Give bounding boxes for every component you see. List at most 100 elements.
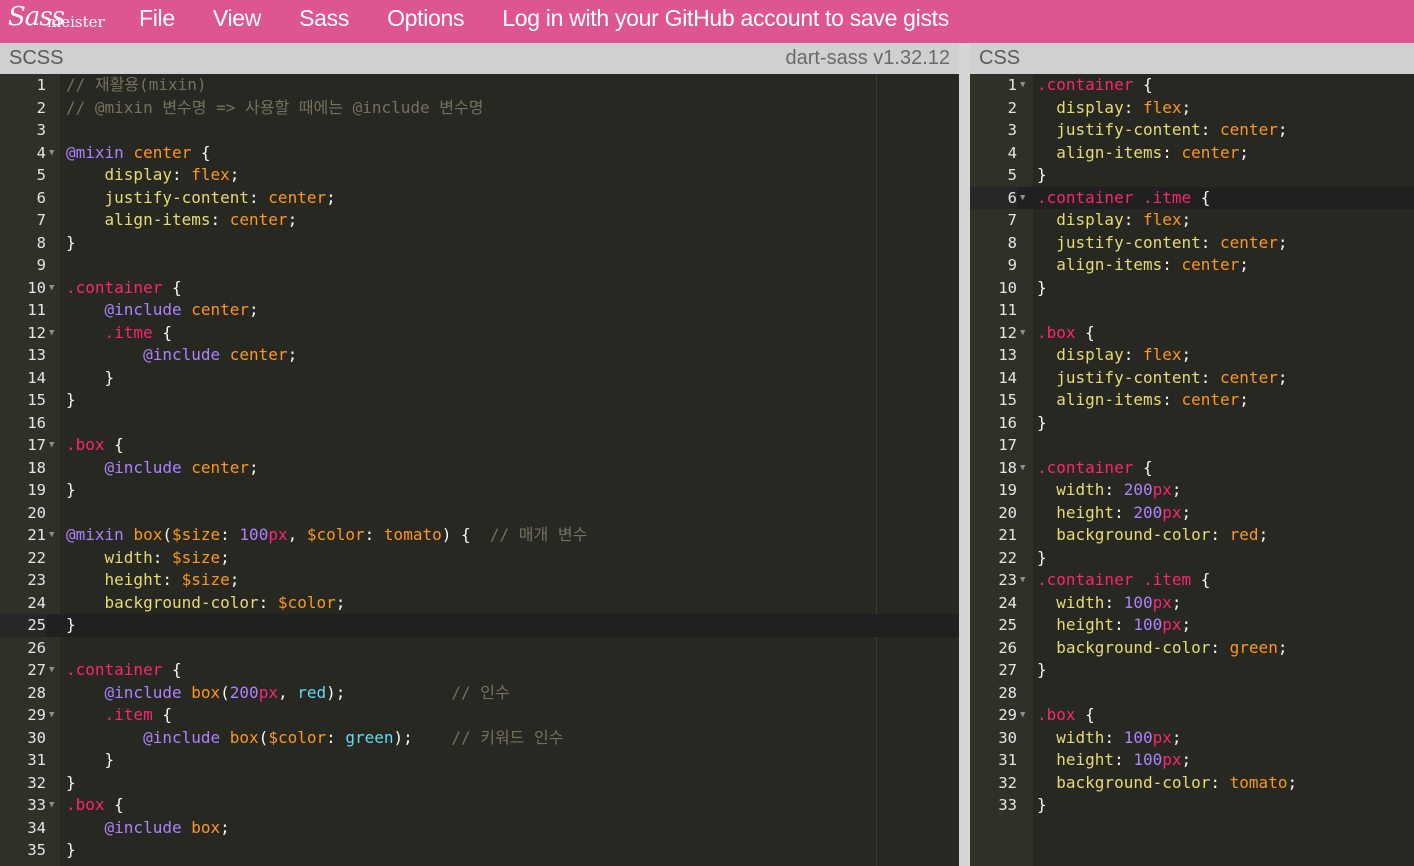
code-line[interactable]: 2 // @mixin 변수명 => 사용할 때에는 @include 변수명 <box>0 97 959 120</box>
code-line[interactable]: 34 @include box; <box>0 817 959 840</box>
code-line[interactable]: 30 @include box($color: green); // 키워드 인… <box>0 727 959 750</box>
code-line[interactable]: 13 display: flex; <box>970 344 1414 367</box>
line-number: 34 <box>27 818 46 837</box>
fold-arrow-icon[interactable]: ▼ <box>49 142 54 165</box>
panel-resize-divider[interactable] <box>959 43 970 866</box>
code-line[interactable]: 18 ▼ .container { <box>970 457 1414 480</box>
code-line[interactable]: 11 @include center; <box>0 299 959 322</box>
code-line[interactable]: 30 width: 100px; <box>970 727 1414 750</box>
code-line[interactable]: 15} <box>0 389 959 412</box>
code-line[interactable]: 22} <box>970 547 1414 570</box>
code-line[interactable]: 16} <box>970 412 1414 435</box>
menu-file[interactable]: File <box>120 2 194 34</box>
code-line[interactable]: 2 display: flex; <box>970 97 1414 120</box>
code-line[interactable]: 17 ▼ .box { <box>0 434 959 457</box>
code-line[interactable]: 9 align-items: center; <box>970 254 1414 277</box>
code-line[interactable]: 19} <box>0 479 959 502</box>
code-line[interactable]: 23 height: $size; <box>0 569 959 592</box>
code-line[interactable]: 20 <box>0 502 959 525</box>
code-text: } <box>66 232 76 252</box>
sassmeister-logo[interactable]: Sass meister <box>0 0 120 43</box>
line-number: 1 <box>36 76 46 94</box>
code-line[interactable]: 29 ▼ .box { <box>970 704 1414 727</box>
code-line[interactable]: 8 justify-content: center; <box>970 232 1414 255</box>
code-line[interactable]: 10 ▼ .container { <box>0 277 959 300</box>
code-line[interactable]: 3 justify-content: center; <box>970 119 1414 142</box>
code-line[interactable]: 11 <box>970 299 1414 322</box>
fold-arrow-icon[interactable]: ▼ <box>49 434 54 457</box>
fold-arrow-icon[interactable]: ▼ <box>49 524 54 547</box>
code-line[interactable]: 26 background-color: green; <box>970 637 1414 660</box>
line-number: 9 <box>1007 256 1017 274</box>
code-line[interactable]: 10} <box>970 277 1414 300</box>
fold-arrow-icon[interactable]: ▼ <box>49 277 54 300</box>
line-number: 26 <box>998 638 1017 657</box>
code-line[interactable]: 32 background-color: tomato; <box>970 772 1414 795</box>
code-line[interactable]: 22 width: $size; <box>0 547 959 570</box>
code-line[interactable]: 21 background-color: red; <box>970 524 1414 547</box>
scss-editor[interactable]: 1 // 재활용(mixin) 2 // @mixin 변수명 => 사용할 때에는 … <box>0 74 959 866</box>
code-line[interactable]: 9 <box>0 254 959 277</box>
code-line[interactable]: 27 ▼ .container { <box>0 659 959 682</box>
fold-arrow-icon[interactable]: ▼ <box>1020 704 1025 727</box>
code-line[interactable]: 16 <box>0 412 959 435</box>
code-line[interactable]: 4 align-items: center; <box>970 142 1414 165</box>
code-line[interactable]: 1 ▼ .container { <box>970 74 1414 97</box>
code-text: } <box>66 772 76 792</box>
code-line[interactable]: 15 align-items: center; <box>970 389 1414 412</box>
code-line[interactable]: 19 width: 200px; <box>970 479 1414 502</box>
code-line[interactable]: 5} <box>970 164 1414 187</box>
code-line[interactable]: 35} <box>0 839 959 862</box>
code-line[interactable]: 3 <box>0 119 959 142</box>
code-line[interactable]: 14 justify-content: center; <box>970 367 1414 390</box>
menu-view[interactable]: View <box>194 2 280 34</box>
fold-arrow-icon[interactable]: ▼ <box>1020 457 1025 480</box>
menu-sass[interactable]: Sass <box>280 2 368 34</box>
fold-arrow-icon[interactable]: ▼ <box>1020 187 1025 210</box>
sass-version-selector[interactable]: dart-sass v1.32.12 <box>785 47 950 70</box>
fold-arrow-icon[interactable]: ▼ <box>1020 322 1025 345</box>
code-line[interactable]: 23 ▼ .container .item { <box>970 569 1414 592</box>
code-line[interactable]: 20 height: 200px; <box>970 502 1414 525</box>
fold-arrow-icon[interactable]: ▼ <box>1020 74 1025 97</box>
code-line[interactable]: 28 <box>970 682 1414 705</box>
code-line[interactable]: 27} <box>970 659 1414 682</box>
fold-arrow-icon[interactable]: ▼ <box>1020 569 1025 592</box>
css-editor[interactable]: 1 ▼ .container {2 display: flex; 3 justify-… <box>970 74 1414 866</box>
menu-options[interactable]: Options <box>368 2 483 34</box>
code-line[interactable]: 12 ▼ .itme { <box>0 322 959 345</box>
code-line[interactable]: 8} <box>0 232 959 255</box>
code-text: @include box; <box>104 817 230 837</box>
code-line[interactable]: 31 } <box>0 749 959 772</box>
code-line[interactable]: 29 ▼ .item { <box>0 704 959 727</box>
code-line[interactable]: 4 ▼ @mixin center { <box>0 142 959 165</box>
code-line[interactable]: 33 ▼ .box { <box>0 794 959 817</box>
code-line[interactable]: 12 ▼ .box { <box>970 322 1414 345</box>
code-line[interactable]: 26 <box>0 637 959 660</box>
fold-arrow-icon[interactable]: ▼ <box>49 659 54 682</box>
menu-github-login[interactable]: Log in with your GitHub account to save … <box>483 2 968 34</box>
code-line[interactable]: 14 } <box>0 367 959 390</box>
code-text: height: 100px; <box>1056 615 1192 634</box>
code-line[interactable]: 21 ▼ @mixin box($size: 100px, $color: toma… <box>0 524 959 547</box>
fold-arrow-icon[interactable]: ▼ <box>49 322 54 345</box>
code-line[interactable]: 25 height: 100px; <box>970 614 1414 637</box>
code-line[interactable]: 28 @include box(200px, red); // 인수 <box>0 682 959 705</box>
fold-arrow-icon[interactable]: ▼ <box>49 704 54 727</box>
code-line[interactable]: 25} <box>0 614 959 637</box>
code-line[interactable]: 32} <box>0 772 959 795</box>
code-line[interactable]: 1 // 재활용(mixin) <box>0 74 959 97</box>
code-line[interactable]: 7 display: flex; <box>970 209 1414 232</box>
code-line[interactable]: 24 width: 100px; <box>970 592 1414 615</box>
code-line[interactable]: 7 align-items: center; <box>0 209 959 232</box>
code-line[interactable]: 6 ▼ .container .itme { <box>970 186 1414 210</box>
code-line[interactable]: 6 justify-content: center; <box>0 187 959 210</box>
code-line[interactable]: 31 height: 100px; <box>970 749 1414 772</box>
code-line[interactable]: 17 <box>970 434 1414 457</box>
fold-arrow-icon[interactable]: ▼ <box>49 794 54 817</box>
code-line[interactable]: 13 @include center; <box>0 344 959 367</box>
code-line[interactable]: 18 @include center; <box>0 457 959 480</box>
code-line[interactable]: 24 background-color: $color; <box>0 592 959 615</box>
code-line[interactable]: 33} <box>970 794 1414 817</box>
code-line[interactable]: 5 display: flex; <box>0 164 959 187</box>
